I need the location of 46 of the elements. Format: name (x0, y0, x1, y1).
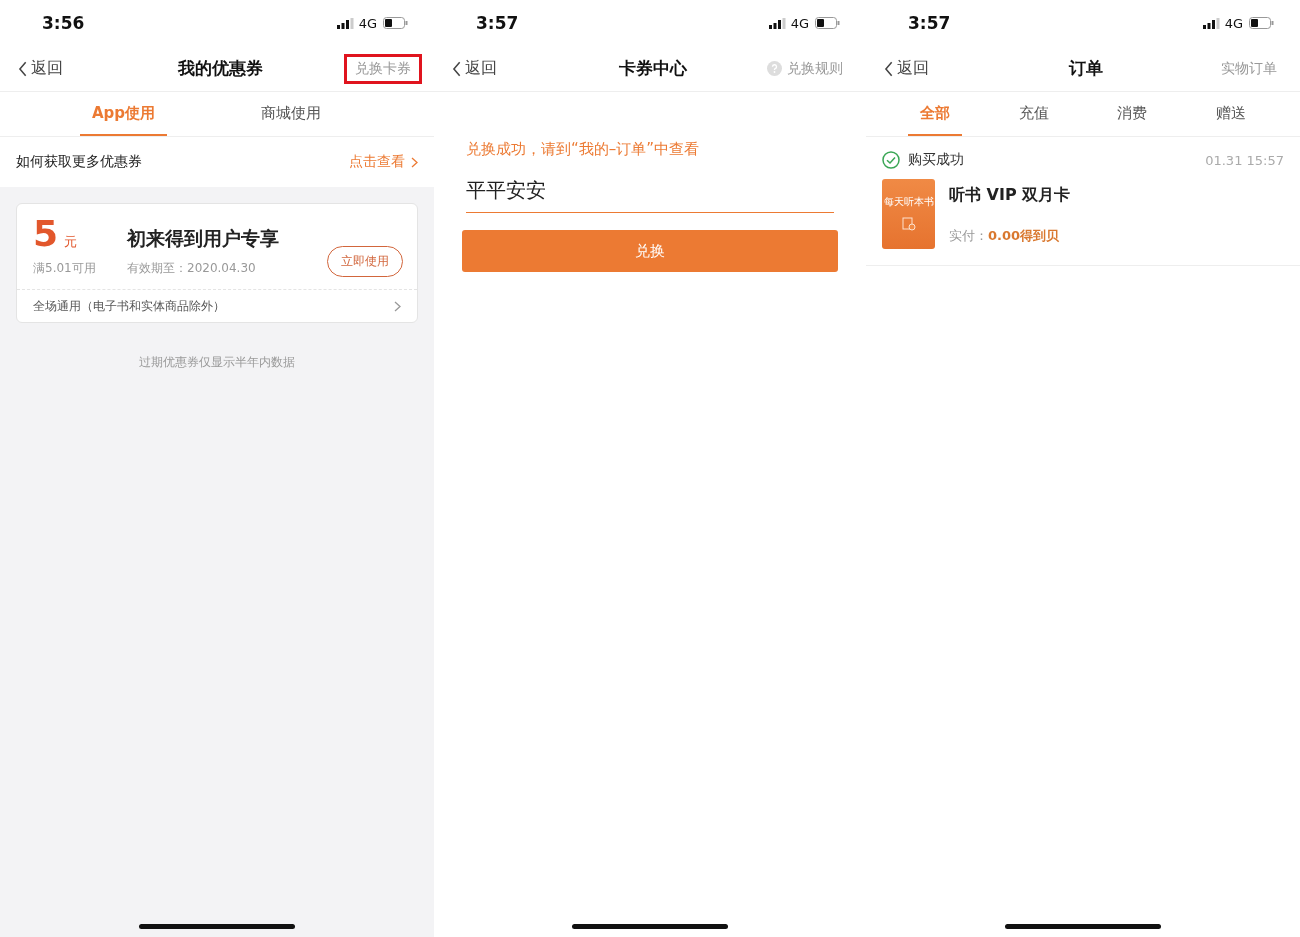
help-icon (767, 61, 782, 76)
order-status: 购买成功 (908, 151, 965, 169)
card-icon (901, 217, 916, 231)
back-icon (452, 60, 462, 77)
order-title: 听书 VIP 双月卡 (949, 185, 1071, 206)
paid-label: 实付： (949, 227, 988, 245)
back-icon (884, 60, 894, 77)
battery-icon (383, 17, 408, 29)
footnote: 过期优惠券仅显示半年内数据 (139, 355, 295, 369)
page-title: 我的优惠券 (177, 57, 263, 80)
tab[interactable]: 消费 (1105, 92, 1160, 136)
back-button[interactable]: 返回 (452, 58, 497, 79)
back-icon (18, 60, 28, 77)
signal-icon (768, 17, 786, 29)
network-label: 4G (358, 15, 377, 31)
promo-text: 如何获取更多优惠券 (16, 153, 142, 171)
back-button[interactable]: 返回 (884, 58, 929, 79)
coupon-title: 初来得到用户专享 (127, 226, 280, 251)
tab[interactable]: 赠送 (1203, 92, 1258, 136)
coupon-amount: 5 (33, 216, 59, 252)
coupon-unit: 元 (64, 233, 78, 251)
use-now-button[interactable]: 立即使用 (327, 246, 403, 277)
status-time: 3:56 (42, 13, 86, 33)
coupon-condition: 满5.01可用 (33, 260, 97, 277)
status-time: 3:57 (476, 13, 520, 33)
battery-icon (1249, 17, 1274, 29)
success-message: 兑换成功，请到“我的–订单”中查看 (466, 140, 701, 159)
tab[interactable]: 充值 (1006, 92, 1061, 136)
back-button[interactable]: 返回 (18, 58, 63, 79)
chevron-right-icon (411, 156, 418, 168)
signal-icon (1202, 17, 1220, 29)
coupon-validity: 有效期至：2020.04.30 (127, 260, 257, 277)
network-label: 4G (1224, 15, 1243, 31)
page-title: 订单 (1069, 57, 1103, 80)
signal-icon (336, 17, 354, 29)
battery-icon (815, 17, 840, 29)
tab[interactable]: 商城使用 (248, 92, 333, 136)
order-time: 01.31 15:57 (1205, 152, 1284, 168)
page-title: 卡券中心 (619, 57, 687, 80)
network-label: 4G (790, 15, 809, 31)
status-time: 3:57 (908, 13, 952, 33)
check-circle-icon (882, 151, 900, 169)
thumbnail-text: 每天听本书 (883, 195, 934, 209)
coupon-scope: 全场通用（电子书和实体商品除外） (33, 297, 225, 315)
chevron-right-icon (394, 300, 401, 312)
paid-amount: 0.00得到贝 (988, 227, 1060, 245)
